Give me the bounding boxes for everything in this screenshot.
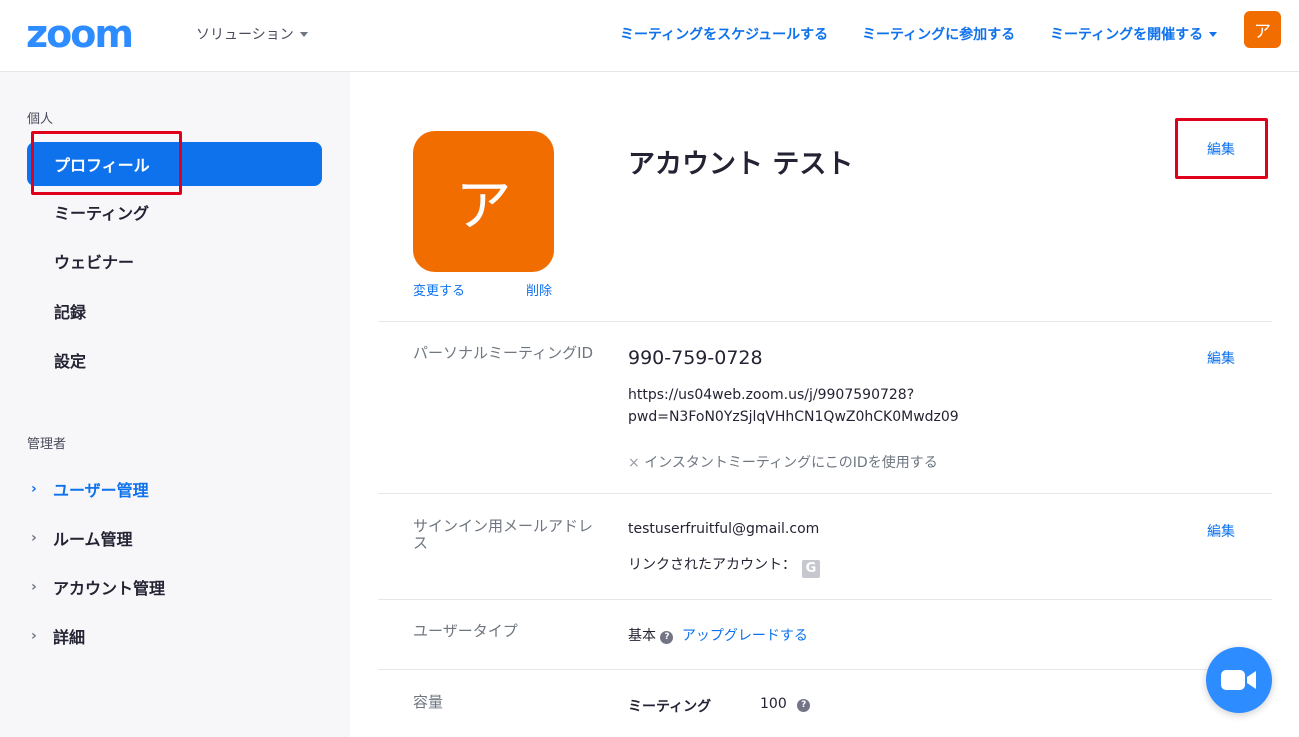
sidebar-item-settings[interactable]: 設定 [27, 338, 322, 382]
chevron-right-icon: › [31, 530, 37, 546]
zoom-video-button[interactable] [1206, 647, 1272, 713]
nav-schedule-label: ミーティングをスケジュールする [620, 27, 829, 43]
highlight-box-edit [1175, 118, 1268, 179]
sidebar-item-recordings[interactable]: 記録 [27, 289, 322, 333]
email-value: testuserfruitful@gmail.com [628, 521, 820, 537]
usertype-value: 基本 [628, 628, 656, 644]
nav-host-meeting[interactable]: ミーティングを開催する [1050, 24, 1218, 44]
instant-meeting-text: インスタントミーティングにこのIDを使用する [644, 455, 938, 471]
edit-pmi-button[interactable]: 編集 [1207, 348, 1235, 368]
solutions-label: ソリューション [196, 27, 294, 43]
pmi-label: パーソナルミーティングID [413, 344, 594, 362]
pmi-url-line1: https://us04web.zoom.us/j/9907590728? [628, 387, 915, 403]
nav-schedule-meeting[interactable]: ミーティングをスケジュールする [620, 24, 828, 44]
instant-meeting-option: × インスタントミーティングにこのIDを使用する [628, 452, 938, 472]
divider [378, 669, 1272, 670]
sidebar-item-label: 設定 [54, 352, 87, 371]
chevron-down-icon [1209, 31, 1218, 37]
close-icon: × [628, 455, 640, 471]
google-icon: G [802, 560, 820, 578]
top-header: zoom ソリューション ミーティングをスケジュールする ミーティングに参加する… [0, 0, 1299, 72]
capacity-meeting-value: 100 [760, 696, 787, 712]
linked-accounts: リンクされたアカウント： G [628, 554, 820, 578]
sidebar-item-room-management[interactable]: › ルーム管理 [27, 523, 322, 553]
usertype-label: ユーザータイプ [413, 622, 518, 640]
chevron-right-icon: › [31, 579, 37, 595]
linked-accounts-label: リンクされたアカウント： [628, 557, 796, 573]
user-avatar[interactable]: ア [1244, 11, 1281, 48]
upgrade-link[interactable]: アップグレードする [682, 628, 808, 644]
profile-picture[interactable]: ア [413, 131, 554, 272]
solutions-menu[interactable]: ソリューション [196, 24, 308, 44]
edit-email-button[interactable]: 編集 [1207, 521, 1235, 541]
capacity-meeting-row: 100 ? [760, 696, 811, 712]
chevron-right-icon: › [31, 481, 37, 497]
help-icon[interactable]: ? [797, 699, 811, 712]
sidebar-item-label: ウェビナー [54, 253, 135, 272]
email-label: サインイン用メールアドレス [413, 517, 594, 552]
sidebar-item-user-management[interactable]: › ユーザー管理 [27, 474, 322, 504]
change-picture-link[interactable]: 変更する [413, 280, 465, 299]
personal-section-label: 個人 [27, 112, 54, 127]
sidebar-item-meetings[interactable]: ミーティング [27, 190, 322, 234]
video-camera-icon [1221, 670, 1256, 690]
divider [378, 321, 1272, 322]
nav-join-label: ミーティングに参加する [862, 27, 1016, 43]
nav-host-label: ミーティングを開催する [1050, 27, 1204, 43]
divider [378, 599, 1272, 600]
sidebar-item-advanced[interactable]: › 詳細 [27, 621, 322, 651]
chevron-down-icon [299, 31, 308, 37]
usertype-value-row: 基本 ? アップグレードする [628, 625, 808, 645]
delete-picture-link[interactable]: 削除 [526, 280, 552, 299]
sidebar-item-webinars[interactable]: ウェビナー [27, 239, 322, 283]
capacity-meeting-label: ミーティング [628, 699, 712, 715]
sidebar-item-label: ユーザー管理 [53, 481, 149, 500]
divider [378, 493, 1272, 494]
nav-join-meeting[interactable]: ミーティングに参加する [862, 24, 1015, 44]
help-icon[interactable]: ? [660, 631, 674, 644]
sidebar-item-label: ミーティング [54, 204, 150, 223]
sidebar-item-account-management[interactable]: › アカウント管理 [27, 572, 322, 602]
highlight-box-profile [31, 131, 182, 195]
pmi-value: 990-759-0728 [628, 347, 763, 369]
sidebar-item-label: アカウント管理 [53, 579, 166, 598]
zoom-logo[interactable]: zoom [26, 14, 134, 54]
pmi-url-line2: pwd=N3FoN0YzSjlqVHhCN1QwZ0hCK0Mwdz09 [628, 409, 959, 425]
profile-name: アカウント テスト [628, 149, 854, 180]
admin-section-label: 管理者 [27, 437, 67, 452]
capacity-label: 容量 [413, 693, 444, 711]
chevron-right-icon: › [31, 628, 37, 644]
sidebar-item-label: 記録 [54, 303, 87, 322]
sidebar-item-label: 詳細 [53, 628, 86, 647]
sidebar-item-label: ルーム管理 [53, 530, 133, 549]
